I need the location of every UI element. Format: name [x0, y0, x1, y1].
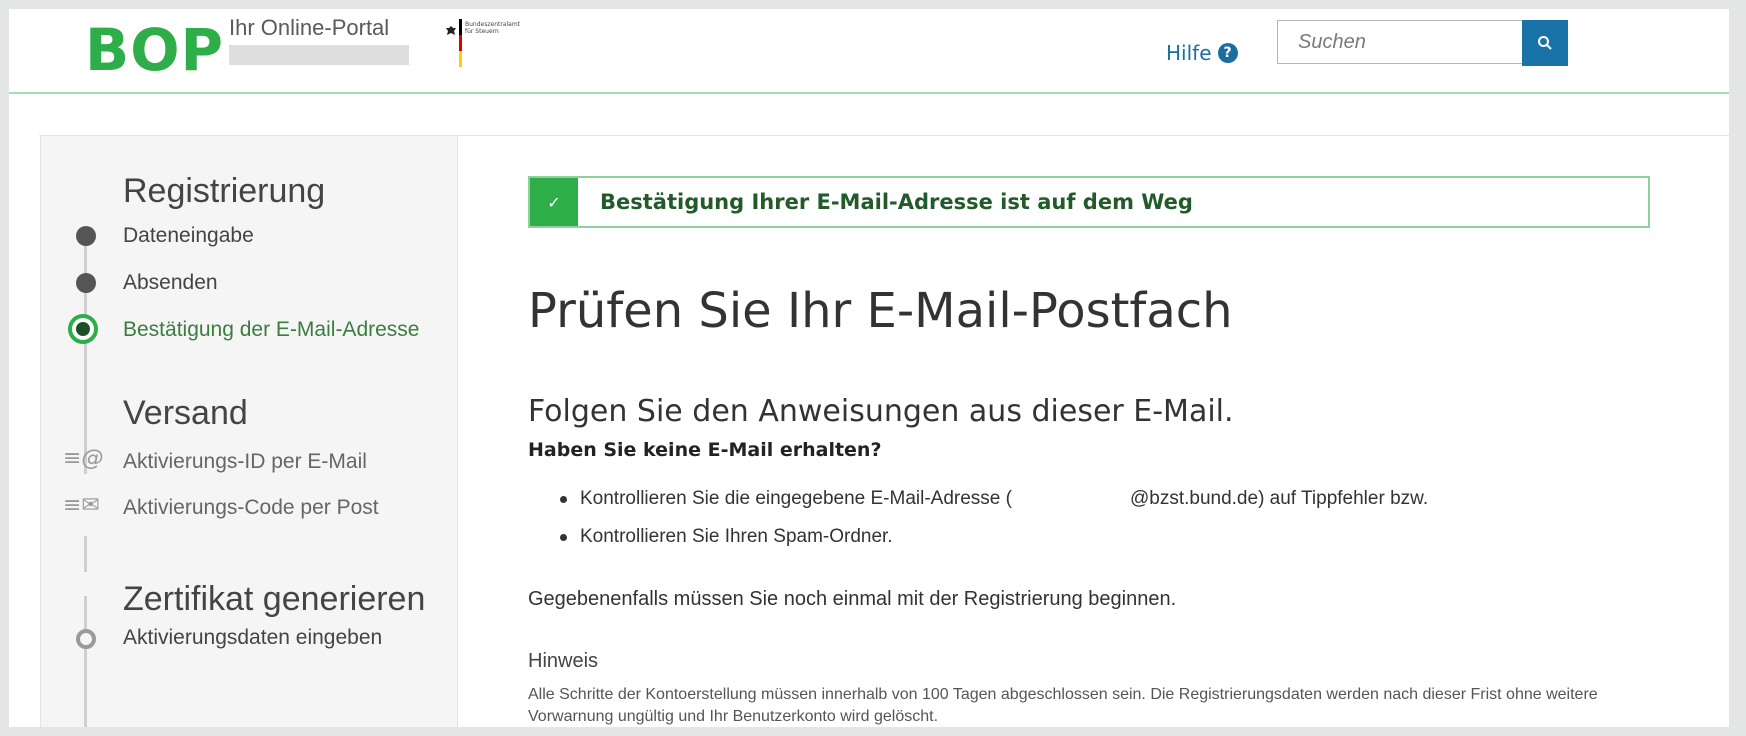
progress-sidebar: Registrierung Dateneingabe Absenden Best… [40, 136, 458, 727]
header-divider [9, 92, 1729, 94]
german-flag-bar [459, 19, 462, 67]
step-aktivierungs-id[interactable]: Aktivierungs-ID per E-Mail [123, 450, 367, 474]
step-done-dot [76, 273, 96, 293]
help-label: Hilfe [1166, 41, 1212, 65]
bop-logo[interactable]: BOP [85, 15, 224, 85]
search-input[interactable] [1277, 20, 1523, 64]
step-bestaetigung: Bestätigung der E-Mail-Adresse [123, 318, 420, 341]
progress-line [84, 596, 87, 727]
step-aktivierungs-code[interactable]: Aktivierungs-Code per Post [123, 496, 379, 520]
list-item: Kontrollieren Sie die eingegebene E-Mail… [558, 480, 1428, 518]
redacted-subtitle [229, 45, 409, 65]
search-icon [1538, 36, 1552, 50]
step-dateneingabe[interactable]: Dateneingabe [123, 224, 254, 248]
redacted-email [1011, 489, 1130, 508]
search-button[interactable] [1522, 20, 1568, 66]
letter-icon: ≡✉ [63, 493, 100, 518]
eagle-icon [446, 26, 456, 35]
question-circle-icon: ? [1217, 43, 1238, 63]
no-email-question: Haben Sie keine E-Mail erhalten? [528, 439, 882, 461]
step-done-dot [76, 226, 96, 246]
progress-line [84, 234, 87, 474]
success-alert: ✓ Bestätigung Ihrer E-Mail-Adresse ist a… [528, 176, 1650, 228]
instruction-list: Kontrollieren Sie die eingegebene E-Mail… [558, 480, 1428, 556]
list-item: Kontrollieren Sie Ihren Spam-Ordner. [558, 518, 1428, 556]
section-registrierung: Registrierung [123, 172, 326, 210]
agency-name: Bundeszentralamt für Steuern [465, 21, 521, 35]
step-absenden[interactable]: Absenden [123, 271, 218, 295]
progress-line [84, 536, 87, 572]
page-frame: BOP Ihr Online-Portal Bundeszentralamt f… [9, 9, 1729, 727]
step-active-dot [68, 314, 98, 344]
portal-tagline: Ihr Online-Portal [229, 15, 390, 40]
checkmark-icon: ✓ [530, 178, 578, 226]
help-link[interactable]: Hilfe ? [1166, 41, 1238, 65]
step-pending-dot [76, 629, 96, 649]
note-text: Alle Schritte der Kontoerstellung müssen… [528, 686, 1598, 725]
site-header: BOP Ihr Online-Portal Bundeszentralamt f… [9, 9, 1729, 94]
search-box [1277, 20, 1569, 66]
page-title: Prüfen Sie Ihr E-Mail-Postfach [528, 283, 1233, 339]
note-title: Hinweis [528, 650, 599, 672]
restart-hint: Gegebenenfalls müssen Sie noch einmal mi… [528, 588, 1177, 610]
alert-message: Bestätigung Ihrer E-Mail-Adresse ist auf… [600, 190, 1193, 214]
step-aktivierungsdaten[interactable]: Aktivierungsdaten eingeben [123, 626, 382, 650]
section-versand: Versand [123, 394, 248, 432]
section-zertifikat: Zertifikat generieren [123, 580, 426, 618]
email-at-icon: ≡@ [63, 446, 104, 471]
page-subtitle: Folgen Sie den Anweisungen aus dieser E-… [528, 394, 1234, 429]
